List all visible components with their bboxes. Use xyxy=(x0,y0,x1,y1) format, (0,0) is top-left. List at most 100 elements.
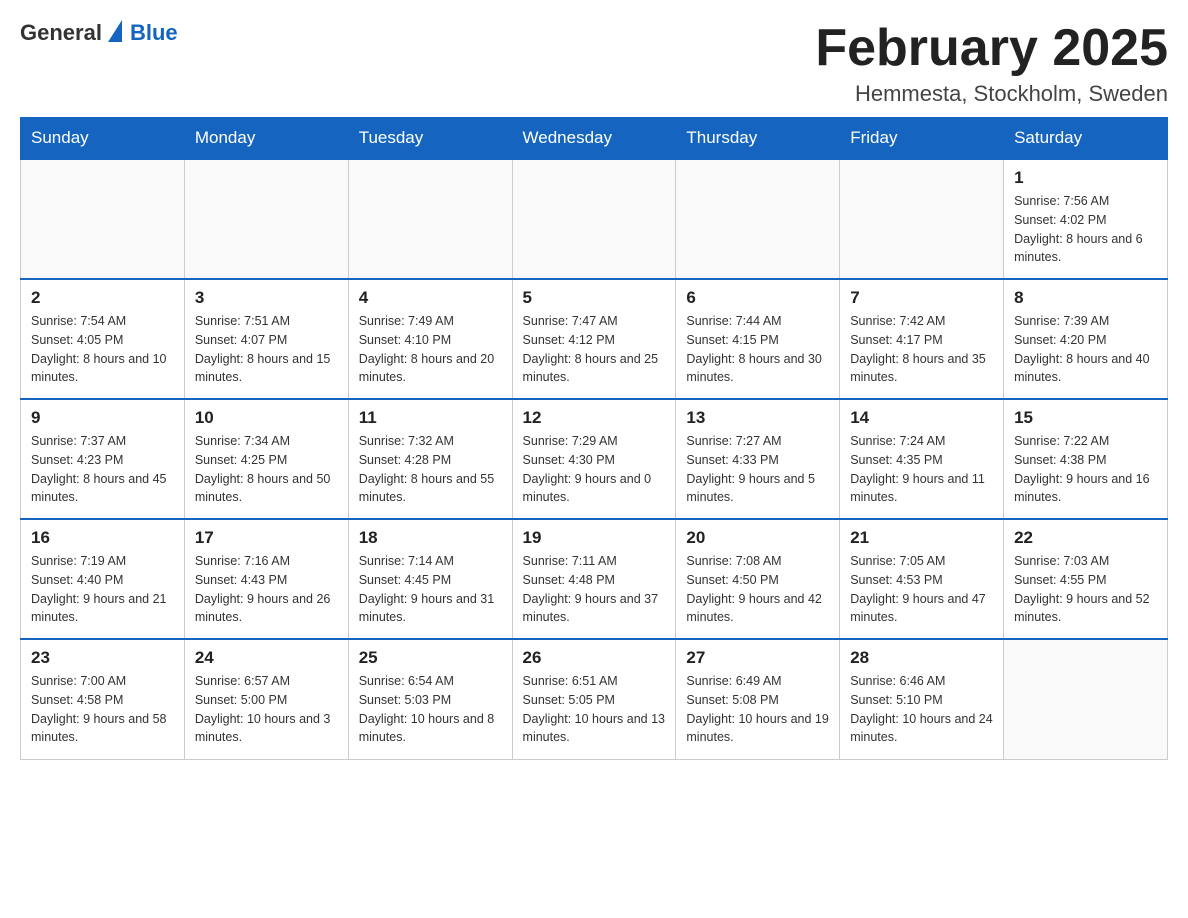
calendar-cell-week4-day2: 25 Sunrise: 6:54 AMSunset: 5:03 PMDayligh… xyxy=(348,639,512,759)
calendar-header-sunday: Sunday xyxy=(21,118,185,160)
day-info: Sunrise: 7:47 AMSunset: 4:12 PMDaylight:… xyxy=(523,312,666,387)
calendar-header-friday: Friday xyxy=(840,118,1004,160)
calendar-cell-week2-day2: 11 Sunrise: 7:32 AMSunset: 4:28 PMDayligh… xyxy=(348,399,512,519)
day-info: Sunrise: 7:27 AMSunset: 4:33 PMDaylight:… xyxy=(686,432,829,507)
calendar-cell-week3-day0: 16Sunrise: 7:19 AMSunset: 4:40 PMDayligh… xyxy=(21,519,185,639)
calendar-cell-week4-day4: 27 Sunrise: 6:49 AMSunset: 5:08 PMDayligh… xyxy=(676,639,840,759)
day-number: 8 xyxy=(1014,288,1157,308)
day-info: Sunrise: 6:49 AMSunset: 5:08 PMDaylight:… xyxy=(686,672,829,747)
logo-blue: Blue xyxy=(130,20,178,46)
calendar-week-row-0: 1 Sunrise: 7:56 AMSunset: 4:02 PMDaylight… xyxy=(21,159,1168,279)
day-number: 24 xyxy=(195,648,338,668)
day-info: Sunrise: 7:56 AMSunset: 4:02 PMDaylight:… xyxy=(1014,192,1157,267)
calendar-header-tuesday: Tuesday xyxy=(348,118,512,160)
logo-triangle-icon xyxy=(108,20,122,42)
calendar-cell-week2-day6: 15 Sunrise: 7:22 AMSunset: 4:38 PMDayligh… xyxy=(1004,399,1168,519)
day-number: 14 xyxy=(850,408,993,428)
day-number: 12 xyxy=(523,408,666,428)
calendar-header-monday: Monday xyxy=(184,118,348,160)
calendar-cell-week4-day5: 28 Sunrise: 6:46 AMSunset: 5:10 PMDayligh… xyxy=(840,639,1004,759)
calendar-cell-week1-day1: 3 Sunrise: 7:51 AMSunset: 4:07 PMDaylight… xyxy=(184,279,348,399)
calendar-cell-week3-day6: 22Sunrise: 7:03 AMSunset: 4:55 PMDayligh… xyxy=(1004,519,1168,639)
day-info: Sunrise: 7:29 AMSunset: 4:30 PMDaylight:… xyxy=(523,432,666,507)
day-info: Sunrise: 7:14 AMSunset: 4:45 PMDaylight:… xyxy=(359,552,502,627)
calendar-cell-week3-day5: 21Sunrise: 7:05 AMSunset: 4:53 PMDayligh… xyxy=(840,519,1004,639)
day-number: 22 xyxy=(1014,528,1157,548)
day-info: Sunrise: 7:00 AMSunset: 4:58 PMDaylight:… xyxy=(31,672,174,747)
day-info: Sunrise: 7:42 AMSunset: 4:17 PMDaylight:… xyxy=(850,312,993,387)
day-number: 13 xyxy=(686,408,829,428)
day-number: 4 xyxy=(359,288,502,308)
day-number: 20 xyxy=(686,528,829,548)
calendar-table: SundayMondayTuesdayWednesdayThursdayFrid… xyxy=(20,117,1168,760)
day-info: Sunrise: 6:57 AMSunset: 5:00 PMDaylight:… xyxy=(195,672,338,747)
day-number: 5 xyxy=(523,288,666,308)
calendar-cell-week3-day1: 17Sunrise: 7:16 AMSunset: 4:43 PMDayligh… xyxy=(184,519,348,639)
calendar-cell-week2-day3: 12 Sunrise: 7:29 AMSunset: 4:30 PMDayligh… xyxy=(512,399,676,519)
calendar-cell-week4-day6 xyxy=(1004,639,1168,759)
calendar-cell-week0-day6: 1 Sunrise: 7:56 AMSunset: 4:02 PMDaylight… xyxy=(1004,159,1168,279)
calendar-cell-week1-day0: 2 Sunrise: 7:54 AMSunset: 4:05 PMDaylight… xyxy=(21,279,185,399)
day-info: Sunrise: 6:54 AMSunset: 5:03 PMDaylight:… xyxy=(359,672,502,747)
calendar-week-row-4: 23 Sunrise: 7:00 AMSunset: 4:58 PMDayligh… xyxy=(21,639,1168,759)
calendar-cell-week3-day4: 20 Sunrise: 7:08 AMSunset: 4:50 PMDayligh… xyxy=(676,519,840,639)
calendar-cell-week0-day3 xyxy=(512,159,676,279)
day-number: 23 xyxy=(31,648,174,668)
day-number: 25 xyxy=(359,648,502,668)
day-number: 1 xyxy=(1014,168,1157,188)
calendar-cell-week4-day1: 24 Sunrise: 6:57 AMSunset: 5:00 PMDayligh… xyxy=(184,639,348,759)
calendar-cell-week1-day5: 7 Sunrise: 7:42 AMSunset: 4:17 PMDaylight… xyxy=(840,279,1004,399)
day-info: Sunrise: 7:19 AMSunset: 4:40 PMDaylight:… xyxy=(31,552,174,627)
day-number: 28 xyxy=(850,648,993,668)
calendar-cell-week4-day0: 23 Sunrise: 7:00 AMSunset: 4:58 PMDayligh… xyxy=(21,639,185,759)
day-number: 3 xyxy=(195,288,338,308)
day-number: 9 xyxy=(31,408,174,428)
location-title: Hemmesta, Stockholm, Sweden xyxy=(815,81,1168,107)
calendar-week-row-2: 9 Sunrise: 7:37 AMSunset: 4:23 PMDaylight… xyxy=(21,399,1168,519)
day-info: Sunrise: 7:22 AMSunset: 4:38 PMDaylight:… xyxy=(1014,432,1157,507)
calendar-header-row: SundayMondayTuesdayWednesdayThursdayFrid… xyxy=(21,118,1168,160)
day-info: Sunrise: 7:34 AMSunset: 4:25 PMDaylight:… xyxy=(195,432,338,507)
page-header: General Blue February 2025 Hemmesta, Sto… xyxy=(20,20,1168,107)
day-info: Sunrise: 7:24 AMSunset: 4:35 PMDaylight:… xyxy=(850,432,993,507)
calendar-cell-week1-day3: 5 Sunrise: 7:47 AMSunset: 4:12 PMDaylight… xyxy=(512,279,676,399)
day-number: 7 xyxy=(850,288,993,308)
day-number: 10 xyxy=(195,408,338,428)
day-info: Sunrise: 7:11 AMSunset: 4:48 PMDaylight:… xyxy=(523,552,666,627)
day-info: Sunrise: 7:32 AMSunset: 4:28 PMDaylight:… xyxy=(359,432,502,507)
day-info: Sunrise: 6:46 AMSunset: 5:10 PMDaylight:… xyxy=(850,672,993,747)
title-block: February 2025 Hemmesta, Stockholm, Swede… xyxy=(815,20,1168,107)
day-info: Sunrise: 7:39 AMSunset: 4:20 PMDaylight:… xyxy=(1014,312,1157,387)
day-number: 2 xyxy=(31,288,174,308)
calendar-cell-week3-day2: 18 Sunrise: 7:14 AMSunset: 4:45 PMDayligh… xyxy=(348,519,512,639)
day-info: Sunrise: 7:08 AMSunset: 4:50 PMDaylight:… xyxy=(686,552,829,627)
day-number: 15 xyxy=(1014,408,1157,428)
calendar-cell-week1-day4: 6 Sunrise: 7:44 AMSunset: 4:15 PMDaylight… xyxy=(676,279,840,399)
logo: General Blue xyxy=(20,20,178,46)
calendar-cell-week2-day1: 10 Sunrise: 7:34 AMSunset: 4:25 PMDayligh… xyxy=(184,399,348,519)
day-info: Sunrise: 7:51 AMSunset: 4:07 PMDaylight:… xyxy=(195,312,338,387)
calendar-cell-week3-day3: 19 Sunrise: 7:11 AMSunset: 4:48 PMDayligh… xyxy=(512,519,676,639)
calendar-week-row-3: 16Sunrise: 7:19 AMSunset: 4:40 PMDayligh… xyxy=(21,519,1168,639)
day-info: Sunrise: 7:54 AMSunset: 4:05 PMDaylight:… xyxy=(31,312,174,387)
day-number: 18 xyxy=(359,528,502,548)
month-title: February 2025 xyxy=(815,20,1168,77)
day-number: 6 xyxy=(686,288,829,308)
calendar-header-wednesday: Wednesday xyxy=(512,118,676,160)
calendar-cell-week0-day1 xyxy=(184,159,348,279)
day-number: 19 xyxy=(523,528,666,548)
day-info: Sunrise: 7:37 AMSunset: 4:23 PMDaylight:… xyxy=(31,432,174,507)
calendar-header-saturday: Saturday xyxy=(1004,118,1168,160)
calendar-week-row-1: 2 Sunrise: 7:54 AMSunset: 4:05 PMDaylight… xyxy=(21,279,1168,399)
day-number: 11 xyxy=(359,408,502,428)
calendar-cell-week0-day2 xyxy=(348,159,512,279)
day-number: 27 xyxy=(686,648,829,668)
calendar-header-thursday: Thursday xyxy=(676,118,840,160)
calendar-cell-week1-day2: 4Sunrise: 7:49 AMSunset: 4:10 PMDaylight… xyxy=(348,279,512,399)
day-info: Sunrise: 7:05 AMSunset: 4:53 PMDaylight:… xyxy=(850,552,993,627)
calendar-cell-week2-day0: 9 Sunrise: 7:37 AMSunset: 4:23 PMDaylight… xyxy=(21,399,185,519)
calendar-cell-week0-day5 xyxy=(840,159,1004,279)
day-info: Sunrise: 7:44 AMSunset: 4:15 PMDaylight:… xyxy=(686,312,829,387)
day-number: 17 xyxy=(195,528,338,548)
calendar-cell-week2-day4: 13 Sunrise: 7:27 AMSunset: 4:33 PMDayligh… xyxy=(676,399,840,519)
